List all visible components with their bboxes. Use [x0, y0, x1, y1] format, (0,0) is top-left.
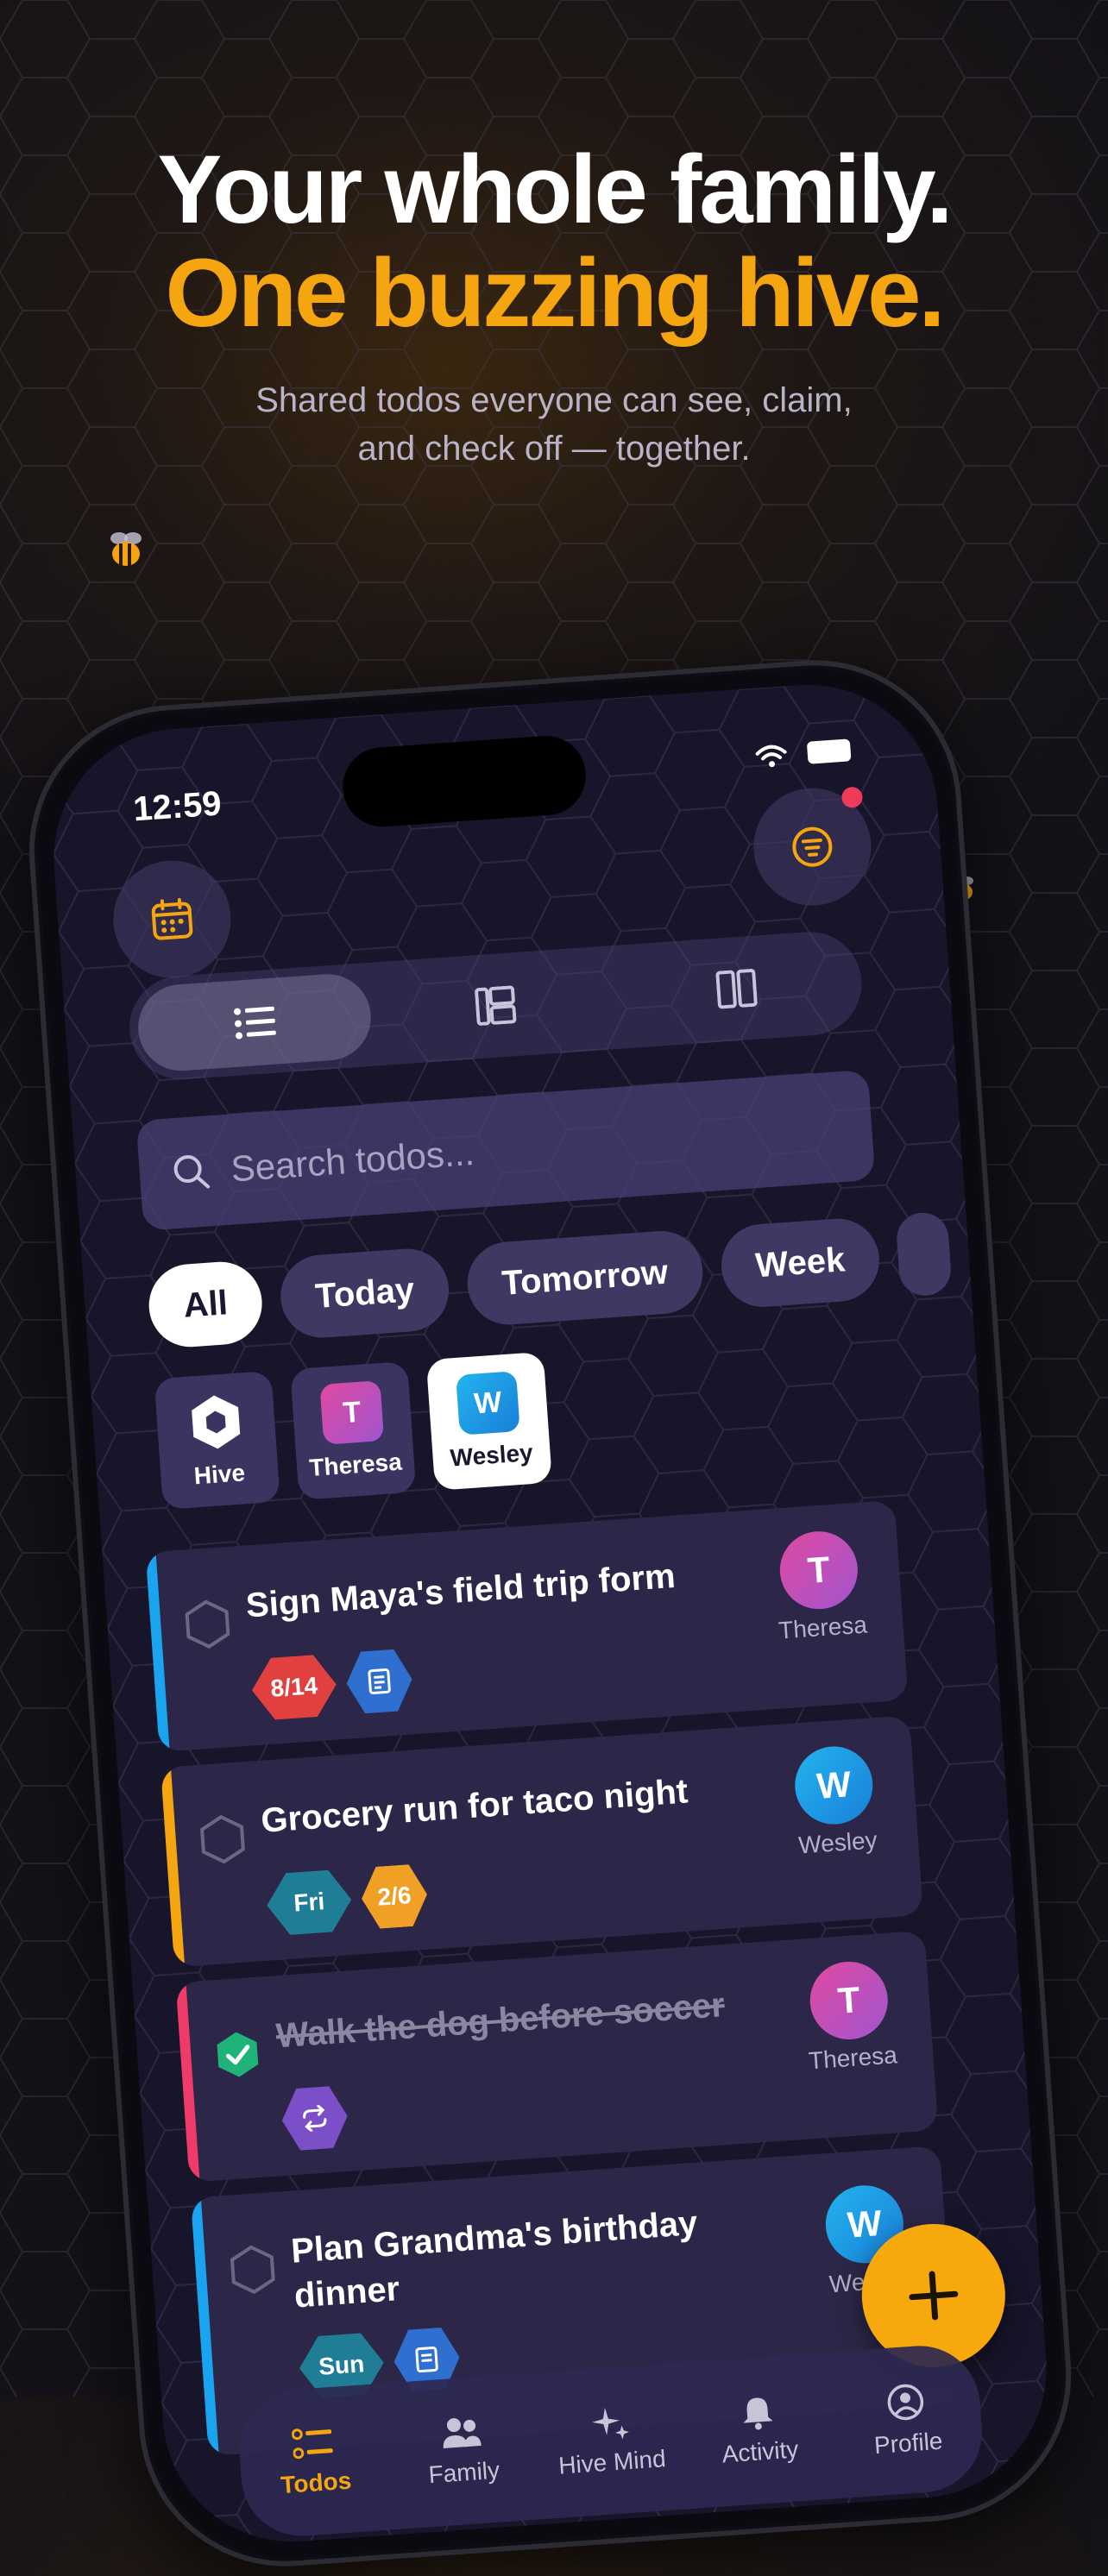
- tab-activity[interactable]: Activity: [688, 2391, 830, 2471]
- todo-tags: 8/14: [249, 1648, 414, 1721]
- assignee-name: Theresa: [777, 1611, 868, 1644]
- due-date-badge: 8/14: [249, 1654, 338, 1722]
- list-icon: [234, 1006, 276, 1040]
- tab-label: Profile: [873, 2427, 944, 2460]
- avatar: W: [792, 1744, 876, 1827]
- note-badge: [344, 1648, 414, 1714]
- list-view-button[interactable]: [135, 971, 375, 1074]
- filter-chip-today[interactable]: Today: [278, 1246, 452, 1341]
- filter-chip-tomorrow[interactable]: Tomorrow: [464, 1228, 706, 1328]
- filter-icon: [792, 826, 833, 867]
- member-theresa[interactable]: T Theresa: [290, 1360, 417, 1500]
- member-label: Theresa: [308, 1448, 403, 1482]
- board-view-button[interactable]: [376, 954, 614, 1057]
- search-input[interactable]: Search todos...: [230, 1132, 475, 1191]
- columns-icon: [715, 968, 758, 1009]
- filter-chip-all[interactable]: All: [146, 1259, 265, 1350]
- board-icon: [475, 985, 517, 1026]
- phone-mockup: 12:59 Search todos... All Today Tomorrow…: [19, 650, 1081, 2576]
- search-icon: [173, 1155, 211, 1189]
- plus-icon: [909, 2271, 959, 2321]
- member-filter: Hive T Theresa W Wesley: [154, 1351, 553, 1510]
- assignee-name: Theresa: [808, 2041, 898, 2075]
- todo-title: Grocery run for taco night: [260, 1772, 689, 1840]
- checkbox-checked-icon[interactable]: [210, 2026, 265, 2082]
- note-icon: [368, 1668, 392, 1695]
- todo-title: Sign Maya's field trip form: [244, 1556, 677, 1625]
- filter-chip-more[interactable]: [895, 1210, 954, 1297]
- phone-frame: 12:59 Search todos... All Today Tomorrow…: [19, 650, 1081, 2576]
- assignee[interactable]: W Wesley: [775, 1743, 895, 1861]
- avatar: T: [777, 1529, 860, 1612]
- calendar-icon: [151, 897, 193, 940]
- bell-icon: [743, 2397, 773, 2430]
- todo-title: Plan Grandma's birthday dinner: [289, 2203, 699, 2315]
- avatar: T: [807, 1958, 891, 2042]
- subtitle-line-1: Shared todos everyone can see, claim,: [255, 381, 853, 419]
- tab-label: Todos: [280, 2466, 353, 2499]
- assignee[interactable]: T Theresa: [790, 1958, 910, 2077]
- status-time: 12:59: [131, 784, 223, 829]
- avatar: W: [456, 1371, 520, 1436]
- subtask-count-badge: 2/6: [360, 1863, 430, 1930]
- headline-line-2: One buzzing hive.: [165, 239, 945, 347]
- subtitle-line-2: and check off — together.: [357, 430, 751, 468]
- headline-subtitle: Shared todos everyone can see, claim, an…: [0, 376, 1108, 473]
- member-label: Hive: [192, 1459, 246, 1490]
- assignee[interactable]: T Theresa: [760, 1528, 880, 1646]
- columns-view-button[interactable]: [617, 938, 855, 1040]
- member-label: Wesley: [449, 1438, 534, 1472]
- tab-label: Hive Mind: [557, 2445, 667, 2479]
- due-day-badge: Fri: [265, 1869, 354, 1937]
- tab-profile[interactable]: Profile: [835, 2378, 979, 2462]
- todo-title: Walk the dog before soccer: [274, 1986, 727, 2056]
- tab-hive-mind[interactable]: Hive Mind: [539, 2401, 682, 2481]
- tab-todos[interactable]: Todos: [243, 2422, 386, 2502]
- headline-line-1: Your whole family.: [157, 135, 954, 243]
- wifi-icon: [755, 745, 787, 768]
- tab-family[interactable]: Family: [391, 2411, 533, 2491]
- checkbox-hex-icon[interactable]: [179, 1597, 235, 1652]
- tab-label: Activity: [721, 2435, 800, 2468]
- filter-chip-week[interactable]: Week: [718, 1216, 883, 1310]
- checkbox-hex-icon[interactable]: [195, 1812, 250, 1867]
- member-hive[interactable]: Hive: [154, 1370, 280, 1510]
- repeat-icon: [300, 2104, 330, 2132]
- profile-icon: [887, 2384, 924, 2421]
- tab-label: Family: [427, 2456, 501, 2489]
- avatar: T: [319, 1380, 385, 1445]
- todos-icon: [291, 2428, 333, 2460]
- todo-tags: [280, 2085, 349, 2152]
- member-wesley[interactable]: W Wesley: [425, 1351, 553, 1491]
- note-icon: [415, 2346, 439, 2373]
- app-screen: 12:59 Search todos... All Today Tomorrow…: [45, 675, 1055, 2551]
- battery-icon: [806, 738, 852, 764]
- hive-icon: [192, 1395, 241, 1449]
- assignee-name: Wesley: [797, 1826, 878, 1859]
- sparkle-icon: [592, 2407, 629, 2440]
- checkbox-hex-icon[interactable]: [225, 2242, 280, 2297]
- repeat-badge: [280, 2085, 349, 2152]
- hero-headline: Your whole family. One buzzing hive. Sha…: [0, 138, 1108, 473]
- bee-icon: [110, 532, 142, 566]
- family-icon: [443, 2418, 482, 2448]
- todo-tags: Fri 2/6: [265, 1863, 430, 1937]
- dynamic-island: [340, 732, 589, 830]
